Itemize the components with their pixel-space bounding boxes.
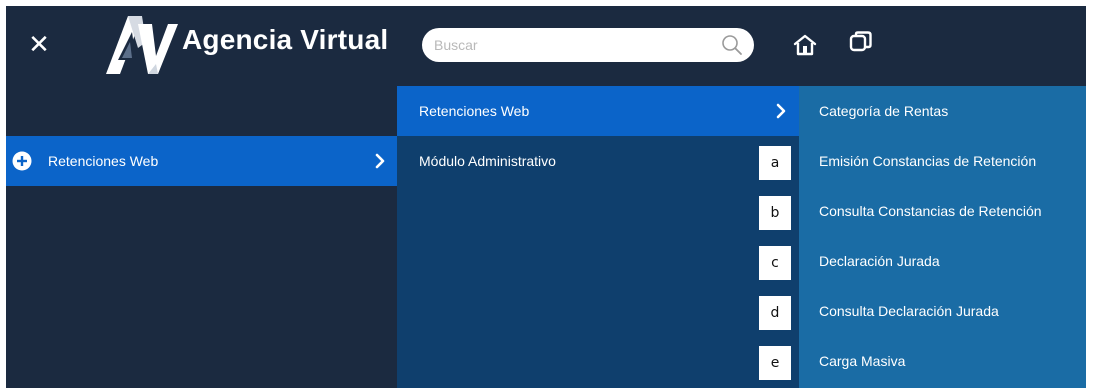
submenu-item-retenciones-web[interactable]: Retenciones Web [397,86,799,136]
close-menu-button[interactable]: ✕ [24,30,54,60]
close-icon: ✕ [28,30,50,60]
submenu-item-label: Emisión Constancias de Retención [819,153,1037,169]
menu-item-retenciones-web[interactable]: Retenciones Web [6,136,397,186]
submenu-item-label: Módulo Administrativo [419,153,556,169]
app-frame: ✕ Agencia Virtual Buscar Retenciones Web… [6,6,1086,388]
windows-icon[interactable] [848,30,874,56]
annotation-marker-b: b [759,196,791,230]
top-bar: ✕ Agencia Virtual [6,6,1086,86]
chevron-right-icon [375,153,385,169]
submenu-item-label: Retenciones Web [419,103,530,119]
annotation-marker-d: d [759,296,791,330]
home-icon[interactable] [792,32,818,58]
submenu-item-categoria-de-rentas[interactable]: Categoría de Rentas [799,86,1086,136]
submenu-item-label: Consulta Constancias de Retención [819,203,1042,219]
annotation-marker-c: c [759,246,791,280]
submenu-item-modulo-administrativo[interactable]: Módulo Administrativo [397,136,799,186]
annotation-marker-a: a [759,146,791,180]
submenu-item-consulta-constancias[interactable]: Consulta Constancias de Retención [799,186,1086,236]
submenu-item-declaracion-jurada[interactable]: Declaración Jurada [799,236,1086,286]
brand-title: Agencia Virtual [182,24,389,55]
plus-circle-icon [12,151,32,171]
submenu-item-carga-masiva[interactable]: Carga Masiva [799,336,1086,386]
menu-level-1: Retenciones Web [6,86,397,388]
submenu-item-emision-constancias[interactable]: Emisión Constancias de Retención [799,136,1086,186]
search-box [422,28,754,62]
submenu-item-label: Categoría de Rentas [819,103,949,119]
menu-level-3: Categoría de Rentas Emisión Constancias … [799,86,1086,388]
chevron-right-icon [776,103,786,119]
search-input[interactable] [434,32,714,58]
submenu-item-consulta-declaracion-jurada[interactable]: Consulta Declaración Jurada [799,286,1086,336]
submenu-item-label: Carga Masiva [819,353,906,369]
annotation-marker-e: e [759,346,791,380]
menu-item-label: Retenciones Web [48,153,159,169]
agencia-virtual-logo[interactable] [102,12,180,78]
menu-level-2: Retenciones Web Módulo Administrativo a … [397,86,799,388]
submenu-item-label: Consulta Declaración Jurada [819,303,999,319]
search-icon[interactable] [720,33,744,57]
submenu-item-label: Declaración Jurada [819,253,940,269]
